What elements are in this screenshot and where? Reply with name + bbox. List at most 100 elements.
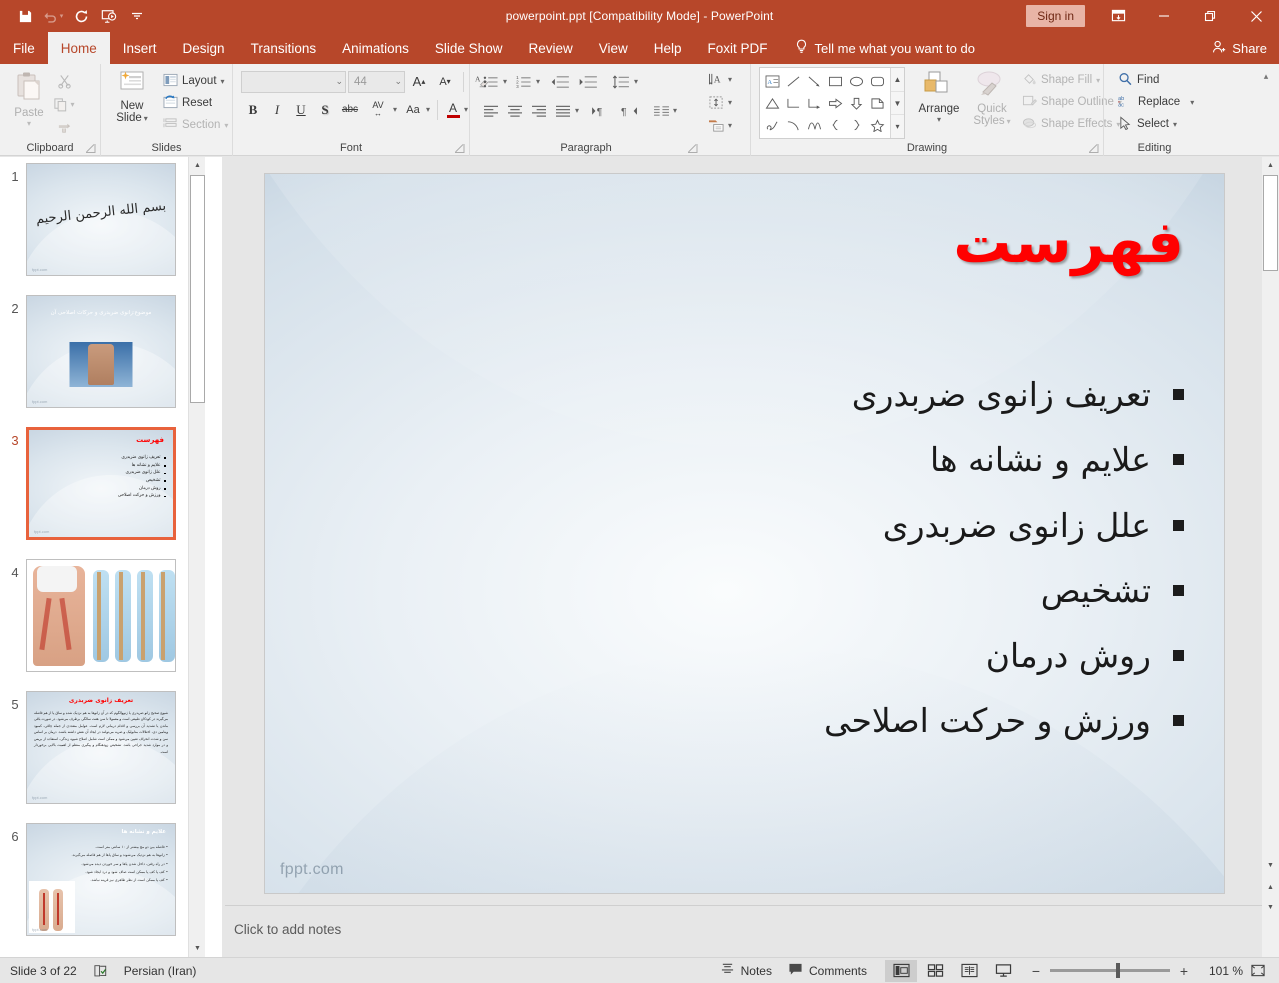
zoom-level[interactable]: 101 % [1201,964,1243,978]
select-button[interactable]: Select ▾ [1113,113,1199,135]
font-name-combo[interactable]: ⌄ [241,70,346,93]
decrease-indent-button[interactable] [546,70,574,93]
left-brace-icon[interactable] [825,114,846,136]
thumbpane-scrollbar-thumb[interactable] [190,175,205,403]
tab-foxit-pdf[interactable]: Foxit PDF [695,32,781,64]
line-spacing-chevron-down-icon[interactable]: ▾ [634,77,638,86]
replace-chevron-down-icon[interactable]: ▾ [1190,98,1194,107]
text-box-icon[interactable]: A [762,70,783,92]
tab-review[interactable]: Review [515,32,585,64]
tab-help[interactable]: Help [641,32,695,64]
arrange-chevron-down-icon[interactable]: ▾ [937,115,941,124]
align-right-button[interactable] [527,99,551,122]
gallery-scroll-down-icon[interactable]: ▼ [891,91,904,116]
ltr-text-direction-button[interactable]: ¶ [587,99,615,122]
right-arrow-icon[interactable] [825,92,846,114]
oval-icon[interactable] [846,70,867,92]
align-text-button[interactable] [704,91,728,114]
replace-button[interactable]: ab ac Replace ▾ [1113,91,1199,113]
thumbpane-scroll-down-icon[interactable]: ▼ [189,940,205,957]
tab-insert[interactable]: Insert [110,32,170,64]
numbering-chevron-down-icon[interactable]: ▾ [536,77,540,86]
slide-thumbnail-4[interactable] [26,559,176,672]
zoom-handle[interactable] [1116,963,1120,978]
tab-file[interactable]: File [0,32,48,64]
next-slide-icon[interactable]: ▼ [1262,899,1279,916]
triangle-icon[interactable] [762,92,783,114]
list-item[interactable]: علل زانوی ضربدری [304,505,1184,546]
share-button[interactable]: Share [1212,32,1267,64]
sign-in-button[interactable]: Sign in [1026,5,1085,27]
columns-chevron-down-icon[interactable]: ▾ [673,106,677,115]
notes-toggle-button[interactable]: Notes [720,962,772,979]
font-color-button[interactable]: A [442,98,464,121]
star-icon[interactable] [867,114,888,136]
new-slide-chevron-down-icon[interactable]: ▾ [144,114,148,123]
quick-styles-button[interactable]: Quick Styles ▾ [967,67,1017,130]
slide-thumbnail-1[interactable]: بسم الله الرحمن الرحیم fppt.com [26,163,176,276]
list-item[interactable]: روش درمان [304,635,1184,676]
slide-title[interactable]: فهرست [484,212,1184,273]
underline-button[interactable]: U [289,98,313,121]
new-slide-button[interactable]: New Slide ▾ [106,68,158,127]
font-name-chevron-down-icon[interactable]: ⌄ [332,76,343,87]
slide-scrollbar-thumb[interactable] [1263,175,1278,271]
slide-scroll-up-icon[interactable]: ▲ [1262,157,1279,174]
tab-transitions[interactable]: Transitions [238,32,330,64]
restore-icon[interactable] [1187,0,1233,32]
arrow-icon[interactable] [804,70,825,92]
slide-thumbnail-2[interactable]: موضوع:زانوی ضربدری و حرکات اصلاحی آن fpp… [26,295,176,408]
close-icon[interactable] [1233,0,1279,32]
spellcheck-icon[interactable] [93,964,108,978]
drawing-dialog-launcher-icon[interactable] [1088,143,1099,154]
text-direction-button[interactable]: A [704,68,728,91]
slide-scroll-down-icon[interactable]: ▼ [1262,857,1279,874]
paragraph-dialog-launcher-icon[interactable] [687,143,698,154]
format-painter-button[interactable] [52,116,76,139]
change-case-button[interactable]: Aa [400,98,426,121]
reading-view-button[interactable] [953,960,985,982]
font-color-chevron-down-icon[interactable]: ▾ [464,105,468,114]
shapes-gallery-scrollbar[interactable]: ▲ ▼ ▾ [890,68,904,139]
language-indicator[interactable]: Persian (Iran) [124,964,197,978]
zoom-out-button[interactable]: − [1029,963,1043,979]
text-direction-chevron-down-icon[interactable]: ▾ [728,75,732,84]
current-slide[interactable]: فهرست تعریف زانوی ضربدری علایم و نشانه ه… [264,173,1225,894]
section-button[interactable]: Section ▾ [158,114,233,136]
slide-thumbnail-3[interactable]: فهرست تعریف زانوی ضربدری علایم و نشانه ه… [26,427,176,540]
zoom-slider[interactable]: − + [1021,963,1199,979]
numbering-button[interactable]: 123 [512,70,536,93]
align-left-button[interactable] [479,99,503,122]
line-spacing-button[interactable] [608,70,634,93]
minimize-icon[interactable] [1141,0,1187,32]
clipboard-dialog-launcher-icon[interactable] [85,143,96,154]
thumbpane-scroll-up-icon[interactable]: ▲ [189,157,205,174]
collapse-ribbon-icon[interactable]: ▴ [1258,68,1274,84]
increase-font-size-button[interactable]: A ▴ [407,70,431,93]
text-shadow-button[interactable]: S [313,98,337,121]
list-item[interactable]: ورزش و حرکت اصلاحی [304,700,1184,741]
decrease-font-size-button[interactable]: A ▾ [433,70,457,93]
convert-to-smartart-button[interactable] [704,114,728,137]
shapes-gallery[interactable]: A ▲ ▼ ▾ [759,67,905,139]
slide-thumbnail-5[interactable]: تعریف زانوی ضربدری شیوع صحیح زانو ضربدری… [26,691,176,804]
font-size-combo[interactable]: 44 ⌄ [348,70,405,93]
justify-chevron-down-icon[interactable]: ▾ [575,106,579,115]
find-button[interactable]: Find [1113,69,1199,91]
folded-corner-icon[interactable] [867,92,888,114]
bullets-chevron-down-icon[interactable]: ▾ [503,77,507,86]
align-text-chevron-down-icon[interactable]: ▾ [728,98,732,107]
slide-sorter-view-button[interactable] [919,960,951,982]
slide-show-view-button[interactable] [987,960,1019,982]
tab-home[interactable]: Home [47,32,110,64]
justify-button[interactable] [551,99,575,122]
elbow-connector-icon[interactable] [783,92,804,114]
paste-chevron-down-icon[interactable]: ▾ [27,119,31,128]
zoom-track[interactable] [1050,963,1170,978]
list-item[interactable]: علایم و نشانه ها [304,439,1184,480]
rectangle-icon[interactable] [825,70,846,92]
reset-button[interactable]: Reset [158,92,233,114]
cut-button[interactable] [52,70,76,93]
line-icon[interactable] [783,70,804,92]
slide-area-scrollbar[interactable]: ▲ ▼ ▲ ▼ [1262,157,1279,957]
